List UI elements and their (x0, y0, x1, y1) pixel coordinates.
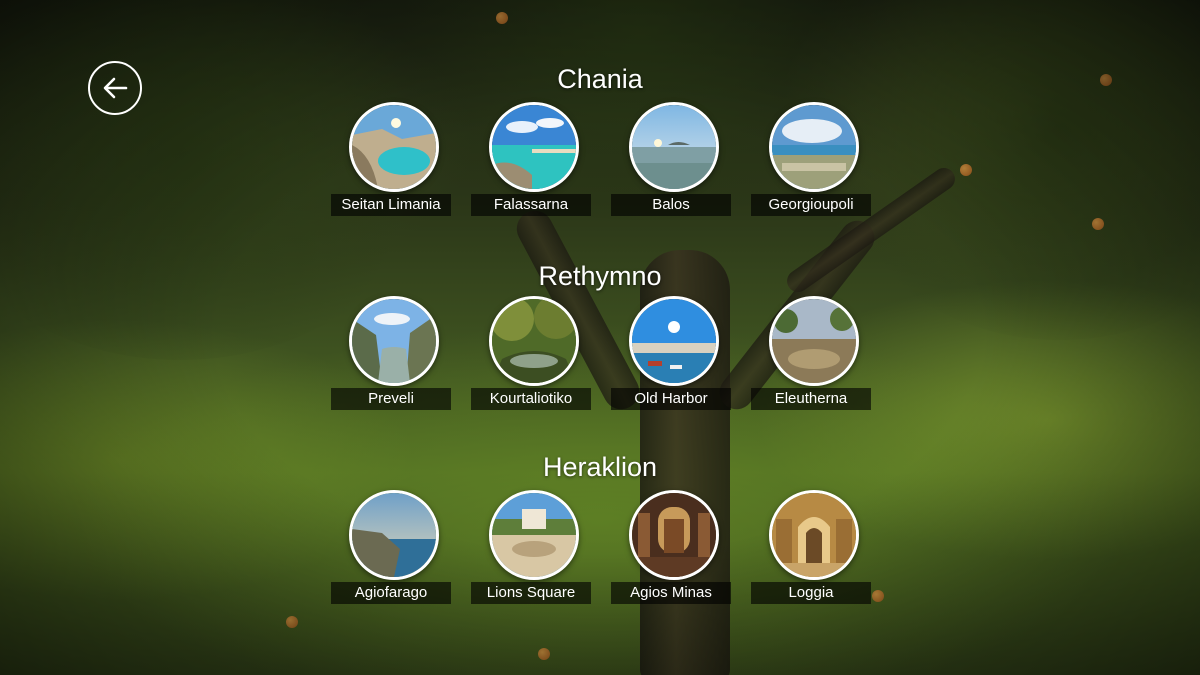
place-label: Agios Minas (611, 582, 731, 604)
forest-stream-photo (489, 296, 579, 386)
orange-fruit (286, 616, 298, 628)
place-label: Loggia (751, 582, 871, 604)
orange-fruit (872, 590, 884, 602)
place-tile-lions-square[interactable]: Lions Square (471, 490, 591, 608)
panorama-menu: Chania Rethymno Heraklion Seitan Limania (0, 0, 1200, 675)
place-label: Kourtaliotiko (471, 388, 591, 410)
place-tile-eleutherna[interactable]: Eleutherna (751, 296, 871, 414)
place-tile-agios-minas[interactable]: Agios Minas (611, 490, 731, 608)
place-tile-agiofarago[interactable]: Agiofarago (331, 490, 451, 608)
place-tile-kourtaliotiko[interactable]: Kourtaliotiko (471, 296, 591, 414)
cove-beach-photo (349, 102, 439, 192)
harbor-boats-photo (629, 296, 719, 386)
river-gorge-photo (349, 296, 439, 386)
place-tile-seitan-limania[interactable]: Seitan Limania (331, 102, 451, 220)
orange-fruit (1092, 218, 1104, 230)
orange-fruit (960, 164, 972, 176)
fountain-square-photo (489, 490, 579, 580)
place-tile-loggia[interactable]: Loggia (751, 490, 871, 608)
place-label: Agiofarago (331, 582, 451, 604)
arched-hall-photo (769, 490, 859, 580)
place-label: Balos (611, 194, 731, 216)
place-label: Lions Square (471, 582, 591, 604)
church-interior-photo (629, 490, 719, 580)
region-title-chania: Chania (557, 64, 643, 94)
place-tile-falassarna[interactable]: Falassarna (471, 102, 591, 220)
place-label: Seitan Limania (331, 194, 451, 216)
region-title-rethymno: Rethymno (538, 261, 662, 291)
orange-fruit (538, 648, 550, 660)
place-label: Georgioupoli (751, 194, 871, 216)
cliff-sea-photo (349, 490, 439, 580)
place-label: Old Harbor (611, 388, 731, 410)
place-tile-balos[interactable]: Balos (611, 102, 731, 220)
orange-fruit (496, 12, 508, 24)
turquoise-beach-photo (489, 102, 579, 192)
place-tile-georgioupoli[interactable]: Georgioupoli (751, 102, 871, 220)
place-tile-old-harbor[interactable]: Old Harbor (611, 296, 731, 414)
place-tile-preveli[interactable]: Preveli (331, 296, 451, 414)
place-label: Falassarna (471, 194, 591, 216)
coastal-town-photo (769, 102, 859, 192)
region-title-heraklion: Heraklion (542, 452, 658, 482)
lagoon-sunset-photo (629, 102, 719, 192)
ruins-site-photo (769, 296, 859, 386)
place-label: Eleutherna (751, 388, 871, 410)
place-label: Preveli (331, 388, 451, 410)
